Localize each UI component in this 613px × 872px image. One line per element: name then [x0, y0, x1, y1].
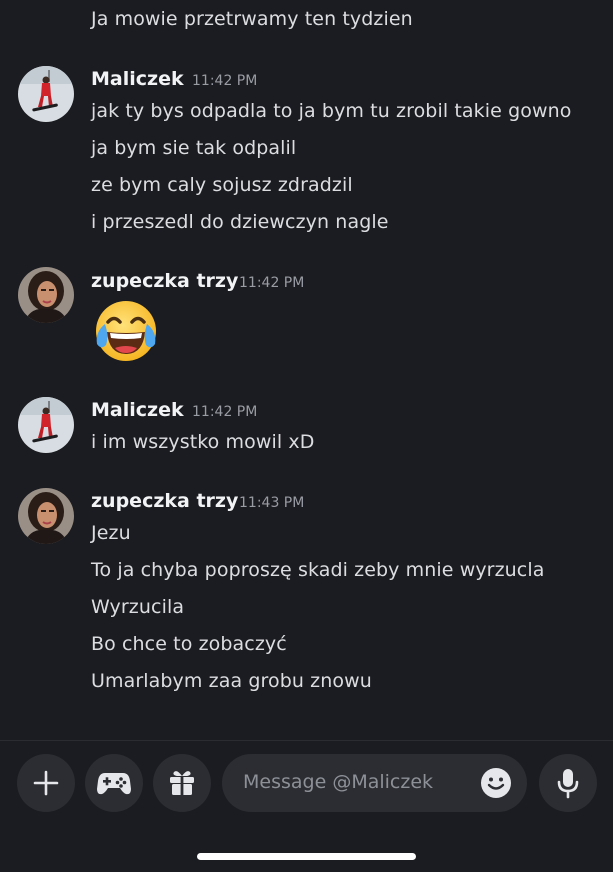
message-line: Ja mowie przetrwamy ten tydzien	[91, 8, 413, 30]
message-author[interactable]: Maliczek	[91, 399, 184, 421]
message-timestamp: 11:42 PM	[239, 275, 305, 291]
message-timestamp: 11:42 PM	[192, 404, 258, 420]
avatar-zupeczka-trzy[interactable]	[18, 488, 74, 544]
message-list[interactable]: Ja mowie przetrwamy ten tydzien Maliczek…	[0, 0, 613, 740]
plus-icon	[33, 770, 59, 796]
message-line: i im wszystko mowil xD	[91, 431, 315, 453]
message-line: Umarlabym zaa grobu znowu	[91, 670, 372, 692]
message-line: Bo chce to zobaczyć	[91, 633, 287, 655]
message-line: Jezu	[91, 522, 131, 544]
message-line: ze bym caly sojusz zdradzil	[91, 174, 353, 196]
avatar-maliczek[interactable]	[18, 397, 74, 453]
message-input[interactable]: Message @Maliczek	[222, 754, 527, 812]
message-line: ja bym sie tak odpalil	[91, 137, 297, 159]
gamepad-icon	[97, 773, 131, 795]
activities-button[interactable]	[85, 754, 143, 812]
message-author[interactable]: Maliczek	[91, 68, 184, 90]
avatar-zupeczka-trzy[interactable]	[18, 267, 74, 323]
add-attachment-button[interactable]	[17, 754, 75, 812]
avatar-maliczek[interactable]	[18, 66, 74, 122]
message-author[interactable]: zupeczka trzy	[91, 490, 238, 512]
message-timestamp: 11:42 PM	[192, 73, 258, 89]
message-line: i przeszedl do dziewczyn nagle	[91, 211, 389, 233]
face-with-tears-of-joy-emoji	[91, 298, 161, 368]
gift-icon	[170, 771, 194, 795]
message-line: To ja chyba poproszę skadi zeby mnie wyr…	[91, 559, 545, 581]
message-author[interactable]: zupeczka trzy	[91, 270, 238, 292]
message-input-placeholder: Message @Maliczek	[243, 771, 434, 793]
voice-message-button[interactable]	[539, 754, 597, 812]
emoji-picker-button[interactable]	[480, 767, 512, 799]
message-line: Wyrzucila	[91, 596, 185, 618]
message-timestamp: 11:43 PM	[239, 495, 305, 511]
microphone-icon	[557, 769, 579, 799]
gift-button[interactable]	[153, 754, 211, 812]
home-indicator[interactable]	[197, 853, 416, 860]
smiley-icon	[481, 768, 511, 798]
message-line: jak ty bys odpadla to ja bym tu zrobil t…	[91, 100, 572, 122]
